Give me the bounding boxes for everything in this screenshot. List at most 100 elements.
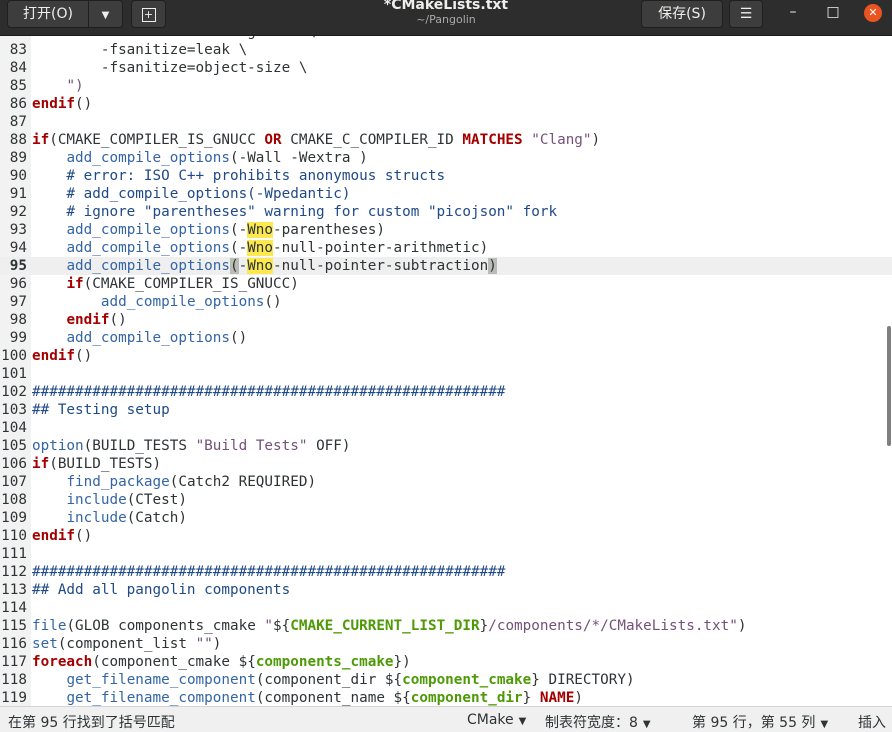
line-number: 119 — [1, 690, 27, 706]
code-line[interactable]: 104 — [0, 419, 892, 437]
window-title: *CMakeLists.txt — [383, 0, 509, 13]
code-text: endif() — [32, 348, 93, 364]
line-number: 118 — [1, 672, 27, 688]
code-line[interactable]: 86 endif() — [0, 95, 892, 113]
code-line[interactable]: 100 endif() — [0, 347, 892, 365]
code-line[interactable]: 109 include(Catch) — [0, 509, 892, 527]
line-number: 90 — [9, 168, 27, 184]
cursor-position-selector[interactable]: 第 95 行，第 55 列 ▼ — [692, 712, 828, 732]
code-line[interactable]: 116 set(component_list "") — [0, 635, 892, 653]
code-line[interactable]: 103 ## Testing setup — [0, 401, 892, 419]
code-text: endif() — [32, 96, 93, 112]
code-line[interactable]: 119 get_filename_component(component_nam… — [0, 689, 892, 706]
code-line[interactable]: 111 — [0, 545, 892, 563]
line-number: 111 — [1, 546, 27, 562]
language-selector[interactable]: CMake ▼ — [467, 712, 526, 728]
code-line[interactable]: 94 add_compile_options(-Wno-null-pointer… — [0, 239, 892, 257]
code-text: get_filename_component(component_dir ${c… — [66, 672, 635, 688]
cursor-position-label: 第 95 行，第 55 列 — [692, 715, 816, 731]
language-label: CMake — [467, 712, 514, 728]
code-line[interactable]: 106 if(BUILD_TESTS) — [0, 455, 892, 473]
line-number: 114 — [1, 600, 27, 616]
code-line[interactable]: 83 -fsanitize=leak \ — [0, 41, 892, 59]
open-dropdown-button[interactable]: ▼ — [88, 0, 123, 28]
code-line[interactable]: 112 #####################################… — [0, 563, 892, 581]
code-line[interactable]: 93 add_compile_options(-Wno-parentheses) — [0, 221, 892, 239]
code-line[interactable]: 114 — [0, 599, 892, 617]
code-line[interactable]: 101 — [0, 365, 892, 383]
line-number: 83 — [9, 42, 27, 58]
close-icon: ✕ — [864, 4, 882, 22]
code-text: add_compile_options(-Wno-null-pointer-su… — [66, 258, 497, 274]
code-text: set(component_list "") — [32, 636, 222, 652]
line-number: 103 — [1, 402, 27, 418]
line-number: 107 — [1, 474, 27, 490]
line-number: 87 — [9, 114, 27, 130]
code-line[interactable]: 91 # add_compile_options(-Wpedantic) — [0, 185, 892, 203]
code-lines: 82 -fno-sanitize=alignment \83 -fsanitiz… — [0, 36, 892, 706]
code-text: if(CMAKE_COMPILER_IS_GNUCC) — [66, 276, 299, 292]
line-number: 117 — [1, 654, 27, 670]
code-line[interactable]: 89 add_compile_options(-Wall -Wextra ) — [0, 149, 892, 167]
line-number: 98 — [9, 312, 27, 328]
line-number: 108 — [1, 492, 27, 508]
code-line[interactable]: 84 -fsanitize=object-size \ — [0, 59, 892, 77]
code-text: ## Testing setup — [32, 402, 170, 418]
code-line[interactable]: 107 find_package(Catch2 REQUIRED) — [0, 473, 892, 491]
code-line[interactable]: 99 add_compile_options() — [0, 329, 892, 347]
code-line[interactable]: 92 # ignore "parentheses" warning for cu… — [0, 203, 892, 221]
code-line[interactable]: 96 if(CMAKE_COMPILER_IS_GNUCC) — [0, 275, 892, 293]
line-number: 92 — [9, 204, 27, 220]
tab-width-label: 制表符宽度：8 — [545, 715, 638, 731]
chevron-down-icon: ▼ — [101, 10, 110, 21]
code-text: ########################################… — [32, 564, 506, 580]
code-line[interactable]: 88 if(CMAKE_COMPILER_IS_GNUCC OR CMAKE_C_… — [0, 131, 892, 149]
menu-button[interactable]: ☰ — [729, 0, 763, 28]
status-bar: 在第 95 行找到了括号匹配 CMake ▼ 制表符宽度：8 ▼ 第 95 行，第 … — [0, 706, 892, 732]
open-button[interactable]: 打开(O) — [7, 0, 89, 28]
insert-mode-indicator[interactable]: 插入 — [858, 712, 886, 732]
code-line[interactable]: 87 — [0, 113, 892, 131]
vertical-scrollbar[interactable] — [886, 36, 892, 706]
code-text: if(CMAKE_COMPILER_IS_GNUCC OR CMAKE_C_CO… — [32, 132, 601, 148]
new-tab-button[interactable]: + — [131, 0, 166, 28]
code-line[interactable]: 95 add_compile_options(-Wno-null-pointer… — [0, 257, 892, 275]
window-subtitle: ~/Pangolin — [416, 13, 476, 26]
code-line[interactable]: 113 ## Add all pangolin components — [0, 581, 892, 599]
line-number: 86 — [9, 96, 27, 112]
save-button[interactable]: 保存(S) — [641, 0, 723, 28]
code-text: ") — [66, 78, 84, 94]
code-editor[interactable]: 82 -fno-sanitize=alignment \83 -fsanitiz… — [0, 36, 892, 706]
code-line[interactable]: 118 get_filename_component(component_dir… — [0, 671, 892, 689]
code-line[interactable]: 98 endif() — [0, 311, 892, 329]
maximize-button[interactable]: □ — [819, 0, 847, 26]
code-line[interactable]: 85 ") — [0, 77, 892, 95]
hamburger-menu-icon: ☰ — [739, 6, 753, 22]
code-text: find_package(Catch2 REQUIRED) — [66, 474, 317, 490]
code-line[interactable]: 115 file(GLOB components_cmake "${CMAKE_C… — [0, 617, 892, 635]
code-text: ## Add all pangolin components — [32, 582, 291, 598]
code-line[interactable]: 108 include(CTest) — [0, 491, 892, 509]
line-number: 113 — [1, 582, 27, 598]
line-number: 93 — [9, 222, 27, 238]
code-text: if(BUILD_TESTS) — [32, 456, 162, 472]
code-line[interactable]: 110 endif() — [0, 527, 892, 545]
close-button[interactable]: ✕ — [859, 0, 887, 26]
minimize-button[interactable]: – — [779, 0, 807, 26]
code-text: add_compile_options(-Wall -Wextra ) — [66, 150, 368, 166]
code-line[interactable]: 97 add_compile_options() — [0, 293, 892, 311]
code-text: -fsanitize=object-size \ — [32, 60, 308, 76]
window-title-area: *CMakeLists.txt ~/Pangolin — [300, 0, 592, 26]
code-text: add_compile_options(-Wno-parentheses) — [66, 222, 385, 238]
code-text: include(Catch) — [66, 510, 187, 526]
status-message: 在第 95 行找到了括号匹配 — [8, 715, 175, 731]
code-line[interactable]: 117 foreach(component_cmake ${components_… — [0, 653, 892, 671]
line-number: 110 — [1, 528, 27, 544]
tab-width-selector[interactable]: 制表符宽度：8 ▼ — [545, 712, 651, 732]
code-line[interactable]: 102 #####################################… — [0, 383, 892, 401]
code-line[interactable]: 105 option(BUILD_TESTS "Build Tests" OFF) — [0, 437, 892, 455]
scrollbar-thumb[interactable] — [887, 326, 891, 446]
line-number: 97 — [9, 294, 27, 310]
code-line[interactable]: 90 # error: ISO C++ prohibits anonymous … — [0, 167, 892, 185]
line-number: 99 — [9, 330, 27, 346]
